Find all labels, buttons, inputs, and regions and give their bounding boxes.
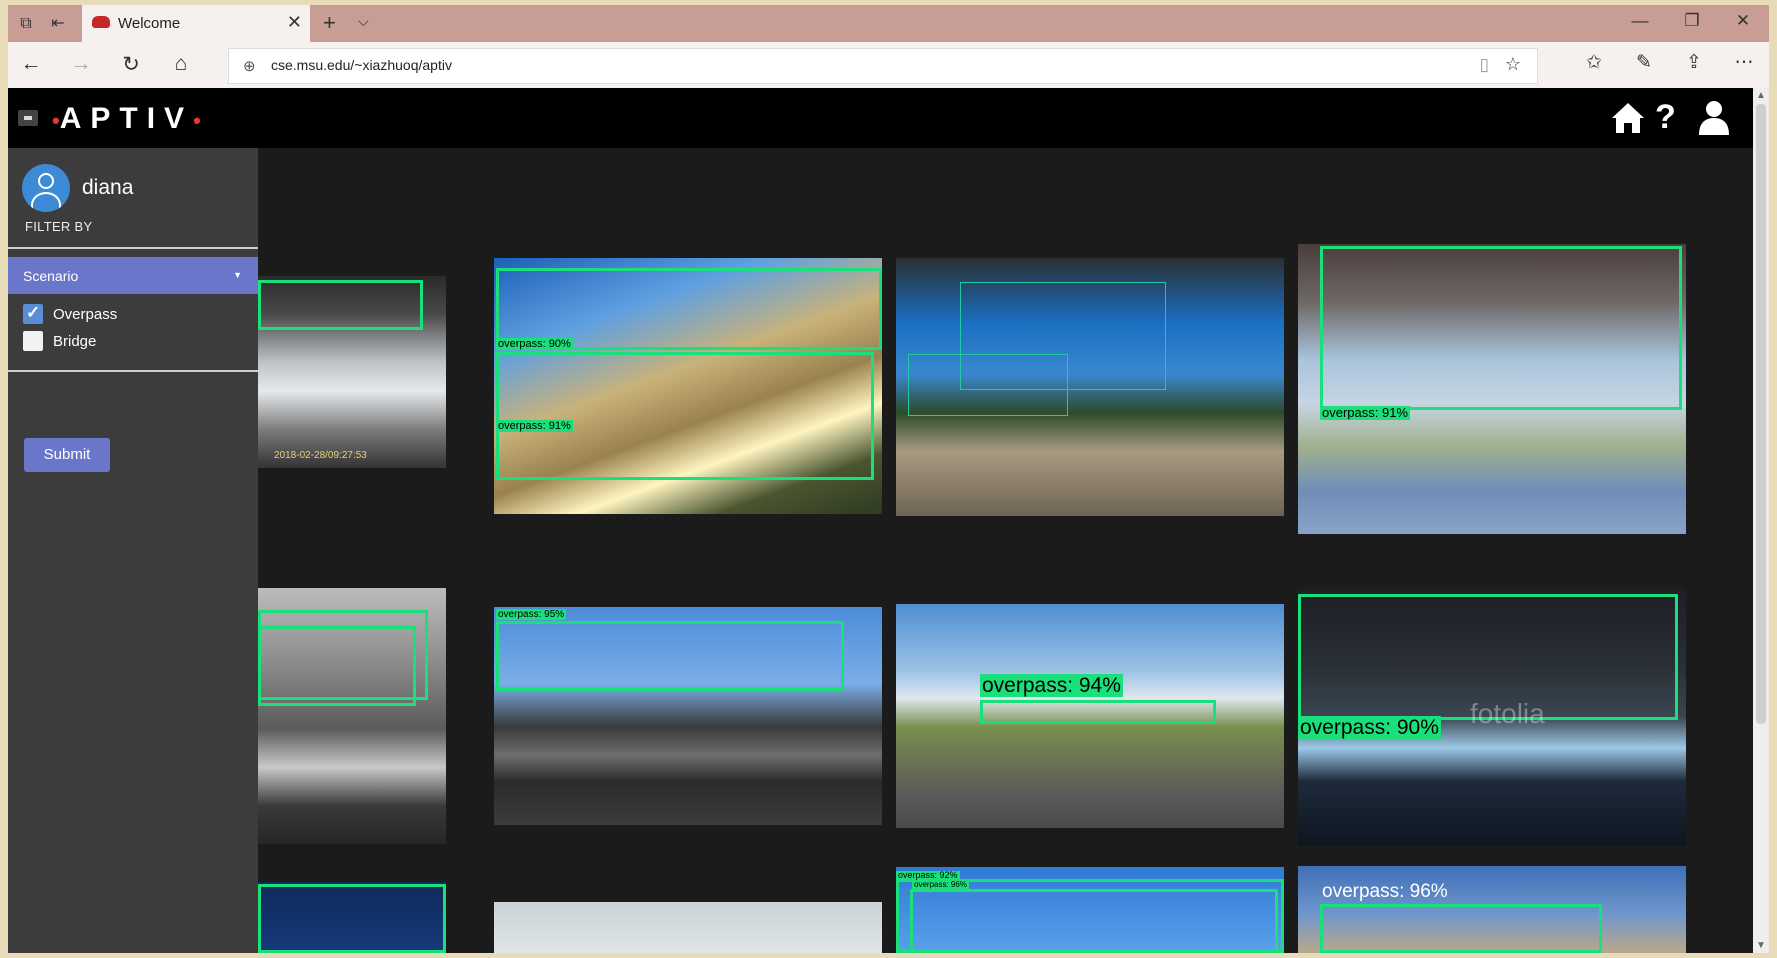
forward-icon[interactable]: → bbox=[66, 52, 96, 76]
browser-window: ⧉ ⇤ Welcome ✕ + ⌵ — ❐ ✕ ← → ↻ ⌂ ⊕ cse.ms… bbox=[8, 5, 1769, 953]
tab-bar: ⧉ ⇤ Welcome ✕ + ⌵ — ❐ ✕ bbox=[8, 5, 1769, 42]
watermark-text: fotolia bbox=[1470, 698, 1545, 729]
tab-welcome[interactable]: Welcome ✕ bbox=[82, 5, 310, 42]
detection-label: overpass: 91% bbox=[496, 420, 573, 433]
address-toolbar: ← → ↻ ⌂ ⊕ cse.msu.edu/~xiazhuoq/aptiv ▯ … bbox=[8, 42, 1769, 88]
filter-by-label: FILTER BY bbox=[25, 219, 93, 234]
detection-box bbox=[980, 700, 1216, 724]
new-tab-icon[interactable]: + bbox=[323, 10, 336, 36]
back-icon[interactable]: ← bbox=[16, 52, 46, 76]
gallery-image[interactable] bbox=[896, 258, 1284, 516]
favorite-star-icon[interactable]: ☆ bbox=[1505, 54, 1521, 75]
detection-box bbox=[258, 626, 416, 706]
detection-label: overpass: 90% bbox=[1298, 716, 1441, 740]
detection-label: overpass: 94% bbox=[980, 674, 1123, 698]
menu-icon[interactable] bbox=[18, 110, 38, 126]
favorites-icon[interactable]: ✩ bbox=[1579, 51, 1609, 74]
overpass-checkbox[interactable] bbox=[23, 303, 43, 324]
help-icon[interactable]: ? bbox=[1655, 98, 1676, 137]
tab-list-chevron-icon[interactable]: ⌵ bbox=[358, 13, 369, 30]
restore-icon[interactable]: ❐ bbox=[1677, 11, 1707, 31]
gallery-image[interactable]: overpass: 95% bbox=[494, 607, 882, 825]
refresh-icon[interactable]: ↻ bbox=[116, 52, 146, 77]
detection-label: overpass: 95% bbox=[496, 609, 567, 620]
detection-box bbox=[496, 352, 874, 480]
gallery-image[interactable]: overpass: 92% overpass: 96% bbox=[896, 867, 1284, 953]
detection-box bbox=[258, 884, 446, 953]
aptiv-logo: •APTIV• bbox=[52, 102, 201, 135]
detection-box bbox=[258, 280, 423, 330]
window-close-icon[interactable]: ✕ bbox=[1728, 11, 1758, 31]
gallery-image[interactable] bbox=[258, 882, 446, 953]
username: diana bbox=[82, 176, 134, 199]
globe-icon: ⊕ bbox=[243, 58, 256, 75]
address-bar[interactable]: ⊕ cse.msu.edu/~xiazhuoq/aptiv ▯ ☆ bbox=[228, 48, 1538, 84]
timestamp-text: 2018-02-28/09:27:53 bbox=[274, 450, 367, 461]
detection-label: overpass: 90% bbox=[496, 338, 573, 351]
detection-label: overpass: 96% bbox=[912, 880, 969, 890]
more-icon[interactable]: ⋯ bbox=[1729, 51, 1759, 74]
detection-label: overpass: 91% bbox=[1320, 405, 1410, 421]
detection-box bbox=[496, 621, 844, 691]
tab-close-icon[interactable]: ✕ bbox=[287, 12, 302, 33]
scroll-thumb[interactable] bbox=[1756, 104, 1766, 724]
scroll-up-icon[interactable]: ▲ bbox=[1756, 90, 1766, 101]
avatar[interactable] bbox=[22, 164, 70, 212]
vertical-scrollbar[interactable]: ▲ ▼ bbox=[1753, 88, 1769, 953]
detection-box bbox=[908, 354, 1068, 416]
gallery-image[interactable] bbox=[258, 588, 446, 844]
detection-label: overpass: 96% bbox=[1322, 881, 1448, 902]
home-icon[interactable] bbox=[1610, 100, 1646, 136]
detection-box bbox=[1320, 904, 1602, 953]
scroll-down-icon[interactable]: ▼ bbox=[1756, 940, 1766, 951]
submit-button[interactable]: Submit bbox=[24, 438, 110, 472]
gallery-image[interactable]: overpass: 90% fotolia bbox=[1298, 588, 1686, 846]
detection-box bbox=[910, 889, 1278, 953]
scenario-label: Scenario bbox=[23, 268, 79, 284]
tab-title: Welcome bbox=[118, 15, 181, 32]
image-gallery: 2018-02-28/09:27:53 overpass: 90% overpa… bbox=[258, 148, 1753, 953]
minimize-icon[interactable]: — bbox=[1625, 11, 1655, 31]
caret-down-icon: ▼ bbox=[233, 270, 242, 280]
bridge-checkbox[interactable] bbox=[23, 331, 43, 351]
url-text[interactable]: cse.msu.edu/~xiazhuoq/aptiv bbox=[271, 57, 452, 73]
gallery-image[interactable]: 2018-02-28/09:27:53 bbox=[258, 276, 446, 468]
logo-text: APTIV bbox=[59, 102, 194, 135]
tab-actions-icon[interactable]: ⧉ bbox=[16, 14, 36, 34]
reading-view-icon[interactable]: ▯ bbox=[1480, 55, 1489, 75]
filter-sidebar: diana FILTER BY Scenario ▼ Overpass Brid… bbox=[8, 148, 258, 953]
app-header: •APTIV• ? bbox=[8, 88, 1753, 148]
gallery-image[interactable]: overpass: 91% bbox=[1298, 244, 1686, 534]
detection-box bbox=[1320, 246, 1682, 410]
scenario-dropdown[interactable]: Scenario ▼ bbox=[8, 257, 258, 294]
share-icon[interactable]: ⇪ bbox=[1679, 51, 1709, 74]
gallery-image[interactable]: overpass: 96% bbox=[1298, 866, 1686, 953]
gallery-image[interactable]: overpass: 94% bbox=[896, 604, 1284, 828]
user-icon[interactable] bbox=[1698, 100, 1730, 136]
car-favicon-icon bbox=[92, 16, 110, 28]
option-label: Overpass bbox=[53, 306, 118, 323]
gallery-image[interactable]: overpass: 90% overpass: 91% bbox=[494, 258, 882, 514]
divider bbox=[8, 247, 258, 249]
set-aside-tabs-icon[interactable]: ⇤ bbox=[48, 14, 68, 34]
home-nav-icon[interactable]: ⌂ bbox=[166, 52, 196, 76]
gallery-image[interactable] bbox=[494, 902, 882, 953]
option-label: Bridge bbox=[53, 333, 97, 350]
pen-icon[interactable]: ✎ bbox=[1629, 51, 1659, 74]
divider bbox=[8, 370, 258, 372]
